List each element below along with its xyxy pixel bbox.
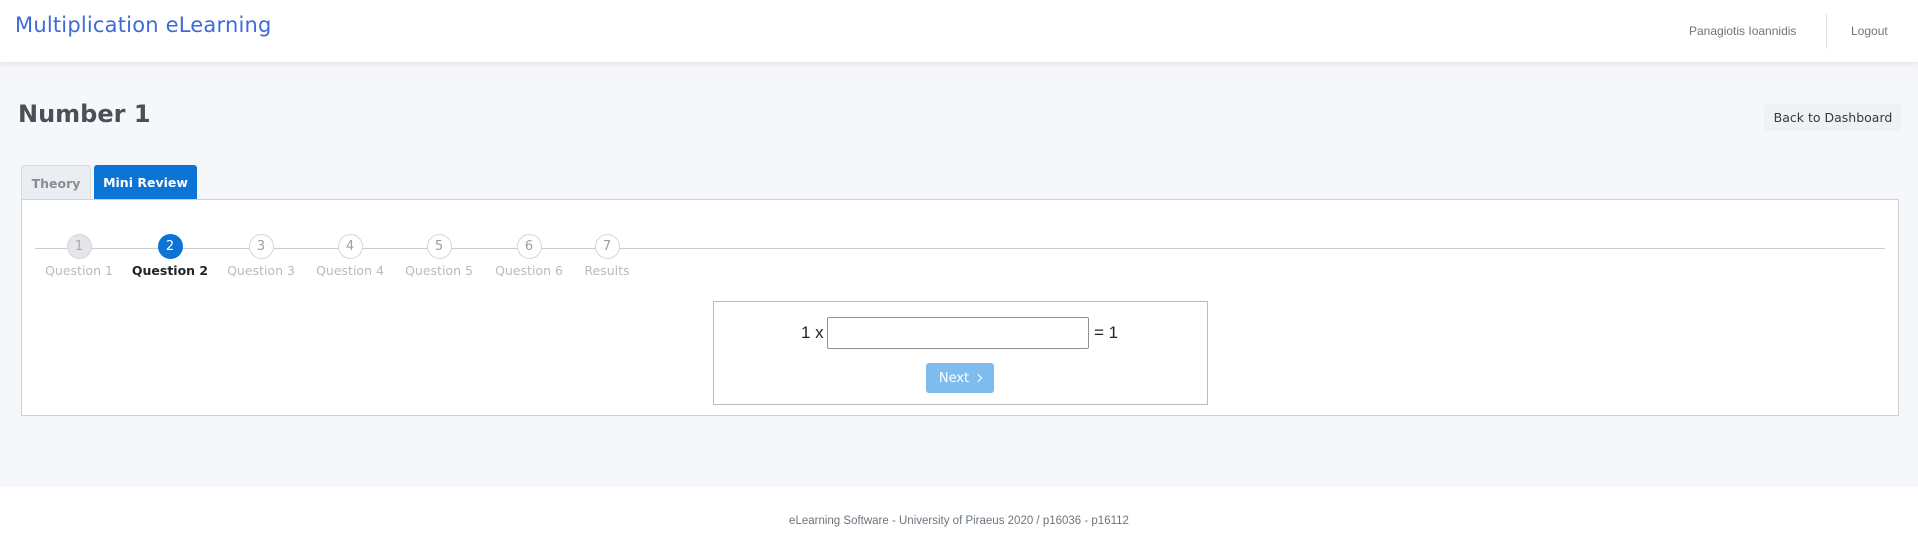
step-number: 4	[337, 234, 363, 259]
question-operand: 1 x	[801, 323, 824, 342]
tab-theory[interactable]: Theory	[21, 165, 91, 200]
back-to-dashboard-button[interactable]: Back to Dashboard	[1764, 104, 1902, 131]
page-title: Number 1	[18, 100, 151, 128]
footer-text: eLearning Software - University of Pirae…	[789, 515, 1129, 527]
user-name[interactable]: Panagiotis Ioannidis	[1689, 24, 1796, 38]
step-number: 5	[426, 234, 452, 259]
step-number: 6	[516, 234, 542, 259]
step-number: 3	[248, 234, 274, 259]
top-navbar: Multiplication eLearning Panagiotis Ioan…	[0, 0, 1918, 62]
next-button-label: Next	[938, 370, 970, 386]
step-number: 7	[594, 234, 620, 259]
logout-link[interactable]: Logout	[1851, 24, 1888, 38]
footer: eLearning Software - University of Pirae…	[0, 487, 1918, 559]
step-results[interactable]: 7 Results	[547, 234, 667, 278]
answer-input[interactable]	[827, 317, 1089, 349]
chevron-right-icon	[973, 373, 983, 382]
step-number: 1	[66, 234, 92, 259]
step-label: Results	[584, 263, 630, 278]
tab-mini-review[interactable]: Mini Review	[94, 165, 197, 200]
next-button[interactable]: Next	[926, 363, 994, 393]
question-result: = 1	[1094, 323, 1119, 342]
nav-divider	[1826, 14, 1827, 49]
step-number: 2	[157, 234, 183, 259]
brand-title[interactable]: Multiplication eLearning	[15, 13, 272, 37]
